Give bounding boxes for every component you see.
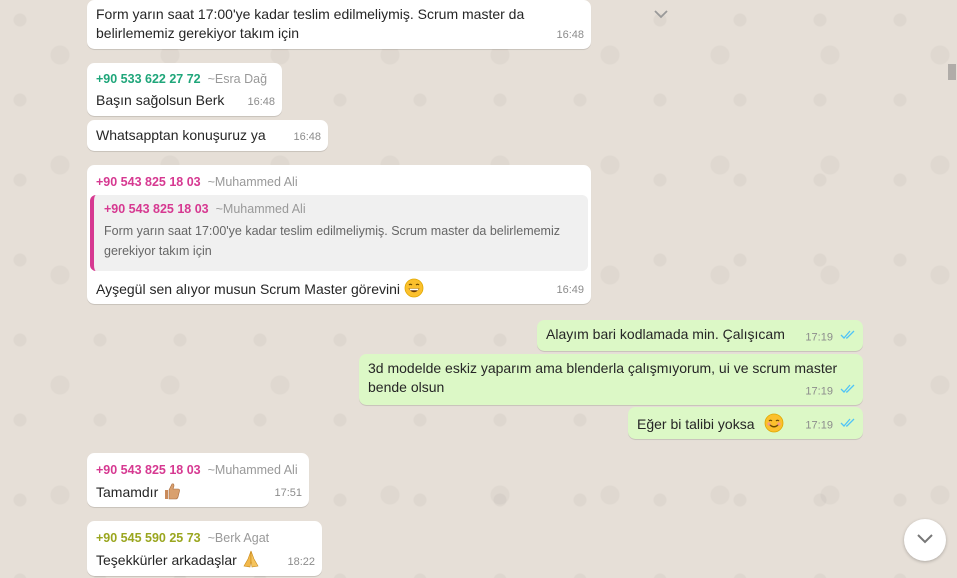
message-time: 16:48 (247, 96, 275, 108)
read-receipt-icon (840, 382, 856, 401)
message-body: Teşekkürler arkadaşlar (96, 549, 261, 574)
quoted-sender: +90 543 825 18 03 ~Muhammed Ali (104, 201, 578, 217)
message-text: 3d modelde eskiz yaparım ama blenderla ç… (368, 360, 838, 395)
chat-panel: Form yarın saat 17:00'ye kadar teslim ed… (0, 0, 957, 578)
sender-alias: ~Muhammed Ali (207, 463, 298, 477)
message-time-group: 17:19 (805, 328, 856, 347)
read-receipt-icon (840, 328, 856, 347)
message-text: Eğer bi talibi yoksa (637, 416, 755, 433)
thumbs-up-emoji-icon (162, 481, 182, 506)
message-sender: +90 543 825 18 03 ~Muhammed Ali (96, 462, 298, 478)
message-time: 16:48 (556, 29, 584, 41)
message-incoming[interactable]: +90 533 622 27 72 ~Esra Dağ Başın sağolsu… (87, 63, 282, 116)
message-time: 17:19 (805, 385, 833, 397)
message-outgoing[interactable]: Alayım bari kodlamada min. Çalışıcam 17:… (537, 320, 863, 351)
message-time-group: 17:19 (805, 382, 856, 401)
message-sender: +90 545 590 25 73 ~Berk Agat (96, 530, 269, 546)
message-time: 17:19 (805, 419, 833, 431)
read-receipt-icon (840, 416, 856, 435)
message-incoming[interactable]: +90 543 825 18 03 ~Muhammed Ali +90 543 8… (87, 165, 591, 304)
scroll-to-bottom-button[interactable] (904, 519, 946, 561)
message-body: Eğer bi talibi yoksa (637, 413, 784, 438)
message-text: Alayım bari kodlamada min. Çalışıcam (546, 326, 785, 342)
message-sender: +90 533 622 27 72 ~Esra Dağ (96, 71, 267, 87)
message-incoming[interactable]: Whatsapptan konuşuruz ya 16:48 (87, 120, 328, 151)
message-incoming[interactable]: +90 545 590 25 73 ~Berk Agat Teşekkürler … (87, 521, 322, 576)
sender-phone[interactable]: +90 533 622 27 72 (96, 72, 201, 86)
sender-alias: ~Muhammed Ali (207, 175, 298, 189)
message-text: Tamamdır (96, 484, 159, 501)
message-text: Form yarın saat 17:00'ye kadar teslim ed… (96, 6, 525, 41)
message-text: Başın sağolsun Berk (96, 92, 225, 108)
scrollbar-thumb[interactable] (948, 64, 956, 80)
message-text: Ayşegül sen alıyor musun Scrum Master gö… (96, 281, 400, 298)
message-time: 17:51 (274, 487, 302, 499)
message-incoming[interactable]: +90 543 825 18 03 ~Muhammed Ali Tamamdır … (87, 453, 309, 507)
quoted-phone: +90 543 825 18 03 (104, 202, 209, 216)
message-text: Whatsapptan konuşuruz ya (96, 127, 266, 143)
message-outgoing[interactable]: Eğer bi talibi yoksa 17:19 (628, 407, 863, 439)
message-time: 16:49 (556, 284, 584, 296)
message-incoming[interactable]: Form yarın saat 17:00'ye kadar teslim ed… (87, 0, 668, 49)
folded-hands-emoji-icon (241, 549, 261, 574)
sender-phone[interactable]: +90 543 825 18 03 (96, 463, 201, 477)
sender-alias: ~Esra Dağ (207, 72, 268, 86)
chevron-down-icon (916, 531, 934, 549)
message-body: Ayşegül sen alıyor musun Scrum Master gö… (96, 278, 424, 303)
message-time: 16:48 (293, 131, 321, 143)
quoted-text: Form yarın saat 17:00'ye kadar teslim ed… (104, 224, 560, 258)
message-sender: +90 543 825 18 03 ~Muhammed Ali (96, 174, 298, 190)
message-time: 17:19 (805, 331, 833, 343)
sender-alias: ~Berk Agat (207, 531, 270, 545)
quoted-message[interactable]: +90 543 825 18 03 ~Muhammed Ali Form yarı… (90, 195, 588, 271)
message-menu-chevron-icon[interactable] (653, 6, 669, 25)
message-outgoing[interactable]: 3d modelde eskiz yaparım ama blenderla ç… (359, 354, 863, 405)
quoted-alias: ~Muhammed Ali (215, 202, 306, 216)
sender-phone[interactable]: +90 543 825 18 03 (96, 175, 201, 189)
sender-phone[interactable]: +90 545 590 25 73 (96, 531, 201, 545)
message-time: 18:22 (287, 556, 315, 568)
message-text: Teşekkürler arkadaşlar (96, 552, 237, 569)
grinning-face-emoji-icon (404, 278, 424, 303)
smiling-face-emoji-icon (764, 413, 784, 438)
message-body: Tamamdır (96, 481, 182, 506)
message-time-group: 17:19 (805, 416, 856, 435)
